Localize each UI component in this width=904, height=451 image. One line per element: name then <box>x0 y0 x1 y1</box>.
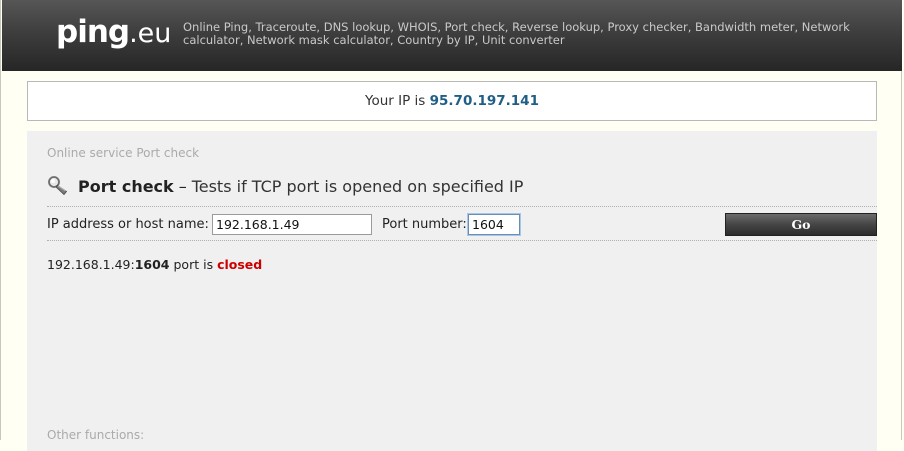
port-input[interactable] <box>468 214 520 235</box>
host-field-label: IP address or host name: <box>47 217 209 232</box>
your-ip-bar: Your IP is 95.70.197.141 <box>27 81 877 121</box>
logo-tld: .eu <box>129 18 172 49</box>
title-separator: – <box>178 176 187 196</box>
divider-top <box>47 206 877 207</box>
port-field-label: Port number: <box>382 217 467 232</box>
breadcrumb: Online service Port check <box>47 146 200 160</box>
result-text: port is <box>173 257 214 272</box>
go-button[interactable]: Go <box>725 213 877 236</box>
site-logo[interactable]: ping.eu <box>56 10 171 54</box>
host-input[interactable] <box>212 214 372 235</box>
result-line: 192.168.1.49:1604 port is closed <box>47 257 262 272</box>
page-description: Tests if TCP port is opened on specified… <box>191 176 524 196</box>
your-ip-label: Your IP is <box>365 93 426 109</box>
divider-bottom <box>47 240 877 241</box>
logo-main: ping <box>56 14 130 50</box>
result-port: 1604 <box>134 257 170 272</box>
page-title: Port check <box>78 176 174 196</box>
result-host: 192.168.1.49: <box>47 257 135 272</box>
site-header: ping.eu Online Ping, Traceroute, DNS loo… <box>2 0 902 71</box>
magnifier-tool-icon <box>48 176 68 196</box>
your-ip-value: 95.70.197.141 <box>429 93 539 109</box>
port-check-panel: Online service Port check Port check – T… <box>27 131 877 451</box>
page-title-row: Port check – Tests if TCP port is opened… <box>47 174 523 198</box>
result-status: closed <box>217 257 263 272</box>
site-tagline: Online Ping, Traceroute, DNS lookup, WHO… <box>183 20 850 47</box>
